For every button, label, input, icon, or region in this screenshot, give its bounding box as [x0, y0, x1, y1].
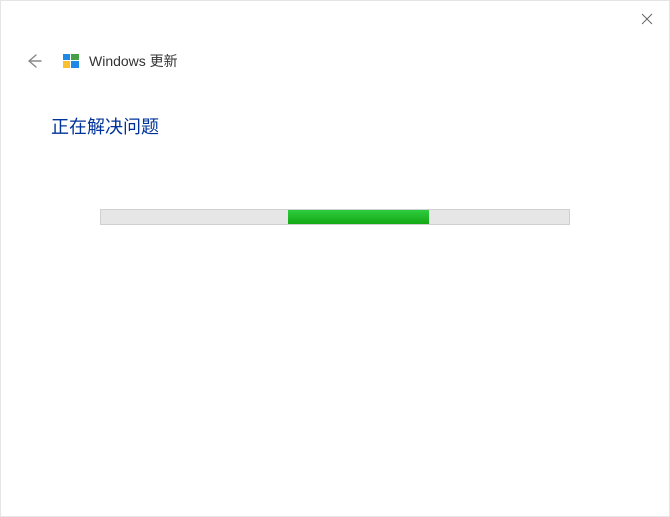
- close-icon: [641, 13, 653, 25]
- progress-fill: [288, 210, 428, 224]
- progress-bar: [100, 209, 570, 225]
- dialog-content: 正在解决问题: [1, 73, 669, 225]
- close-button[interactable]: [637, 9, 657, 29]
- progress-container: [51, 209, 619, 225]
- dialog-title: Windows 更新: [89, 51, 178, 71]
- back-button[interactable]: [21, 49, 45, 73]
- status-text: 正在解决问题: [51, 113, 619, 139]
- windows-update-icon: [61, 51, 81, 71]
- back-arrow-icon: [24, 52, 42, 70]
- dialog-header: Windows 更新: [1, 1, 669, 73]
- troubleshooter-dialog: Windows 更新 正在解决问题: [0, 0, 670, 517]
